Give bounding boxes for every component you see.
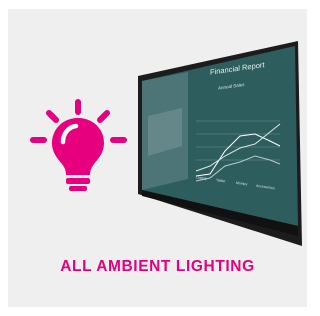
- feature-caption: ALL AMBIENT LIGHTING: [60, 258, 255, 275]
- display-screen: Financial Report Annual Sales Laptop Tab…: [138, 41, 302, 246]
- bulb-base-bottom: [69, 186, 87, 191]
- lightbulb-icon: [30, 99, 127, 191]
- bulb-base-top: [66, 178, 90, 184]
